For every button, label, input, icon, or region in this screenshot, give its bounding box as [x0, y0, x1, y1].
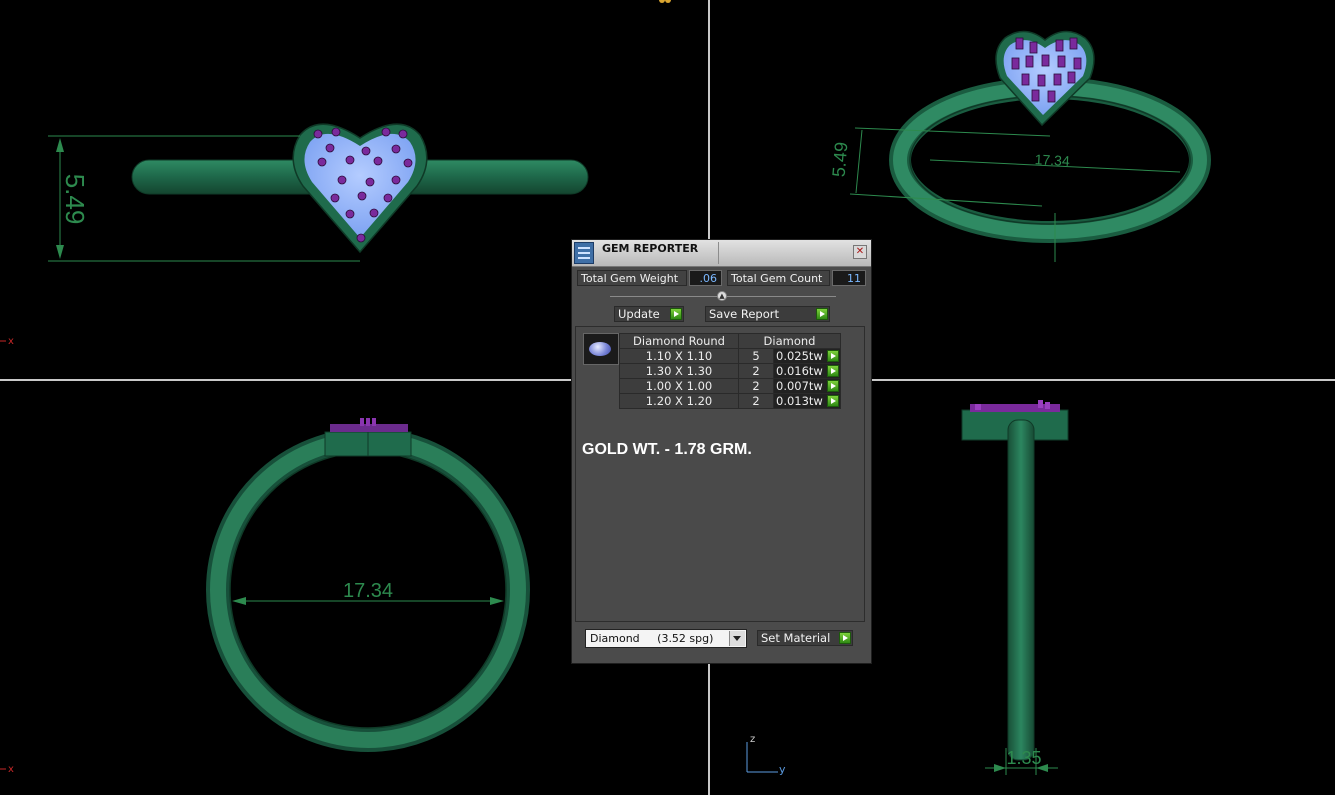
perspective-view: 5.49 17.34 — [829, 30, 1211, 262]
set-material-button[interactable]: Set Material — [757, 630, 853, 646]
update-button-label: Update — [618, 307, 660, 321]
gem-count: 2 — [738, 393, 774, 409]
play-arrow-icon — [816, 308, 828, 320]
gem-size: 1.00 X 1.00 — [619, 378, 739, 394]
gem-weight: 0.013tw — [776, 394, 823, 408]
side-view: 17.34 x — [0, 418, 530, 775]
gem-weight: 0.016tw — [776, 364, 823, 378]
save-report-button[interactable]: Save Report — [705, 306, 830, 322]
gem-count: 2 — [738, 363, 774, 379]
material-select[interactable]: Diamond (3.52 spg) — [585, 629, 747, 648]
column-header-material: Diamond — [738, 333, 841, 349]
material-select-value: Diamond (3.52 spg) — [590, 632, 714, 645]
gem-weight-cell: 0.013tw — [773, 393, 841, 409]
total-gem-count-label: Total Gem Count — [727, 270, 830, 286]
total-gem-count-value: 11 — [832, 270, 866, 286]
gem-table: Diamond Round Diamond 1.10 X 1.10 5 0.02… — [619, 333, 841, 409]
play-arrow-icon[interactable] — [827, 350, 839, 362]
gem-weight: 0.025tw — [776, 349, 823, 363]
table-row[interactable]: 1.20 X 1.20 2 0.013tw — [619, 393, 841, 409]
table-row[interactable]: 1.10 X 1.10 5 0.025tw — [619, 348, 841, 364]
side-diameter-dimension: 17.34 — [343, 580, 393, 602]
play-arrow-icon[interactable] — [827, 380, 839, 392]
gem-reporter-panel: GEM REPORTER ✕ Total Gem Weight .06 Tota… — [571, 239, 872, 664]
front-height-dimension: 5.49 — [60, 174, 90, 225]
axis-z-label: z — [750, 734, 755, 745]
gold-weight-note: GOLD WT. - 1.78 GRM. — [582, 441, 752, 458]
save-report-button-label: Save Report — [709, 307, 780, 321]
perspective-height-dimension: 5.49 — [829, 141, 852, 178]
perspective-width-dimension: 17.34 — [1034, 151, 1070, 169]
gem-reporter-app-icon — [574, 242, 594, 264]
gem-size: 1.30 X 1.30 — [619, 363, 739, 379]
gem-thumbnail[interactable] — [583, 333, 619, 365]
gem-count: 5 — [738, 348, 774, 364]
gem-size: 1.20 X 1.20 — [619, 393, 739, 409]
play-arrow-icon — [839, 632, 851, 644]
table-row[interactable]: 1.00 X 1.00 2 0.007tw — [619, 378, 841, 394]
set-material-button-label: Set Material — [761, 631, 831, 645]
gem-weight: 0.007tw — [776, 379, 823, 393]
gem-count: 2 — [738, 378, 774, 394]
play-arrow-icon[interactable] — [827, 395, 839, 407]
total-gem-weight-label: Total Gem Weight — [577, 270, 687, 286]
axis-y-label: y — [779, 763, 786, 776]
gem-weight-cell: 0.025tw — [773, 348, 841, 364]
play-arrow-icon — [670, 308, 682, 320]
chevron-down-icon[interactable] — [729, 631, 745, 646]
total-gem-weight-value: .06 — [689, 270, 722, 286]
gem-size: 1.10 X 1.10 — [619, 348, 739, 364]
play-arrow-icon[interactable] — [827, 365, 839, 377]
titlebar-separator — [718, 242, 719, 264]
gem-weight-cell: 0.007tw — [773, 378, 841, 394]
gem-weight-cell: 0.016tw — [773, 363, 841, 379]
column-header-shape: Diamond Round — [619, 333, 739, 349]
axis-x-label-bottom: x — [8, 764, 14, 775]
close-icon[interactable]: ✕ — [853, 245, 867, 259]
axis-x-label-top: x — [8, 336, 14, 347]
table-row[interactable]: 1.30 X 1.30 2 0.016tw — [619, 363, 841, 379]
collapse-toggle-icon[interactable]: ▲ — [717, 291, 727, 301]
update-button[interactable]: Update — [614, 306, 684, 322]
gem-reporter-titlebar[interactable]: GEM REPORTER ✕ — [572, 240, 871, 267]
diamond-round-icon — [589, 342, 611, 356]
gem-list: Diamond Round Diamond 1.10 X 1.10 5 0.02… — [575, 326, 865, 622]
end-thickness-dimension: 1.35 — [1006, 748, 1041, 768]
gem-reporter-title: GEM REPORTER — [602, 242, 699, 255]
